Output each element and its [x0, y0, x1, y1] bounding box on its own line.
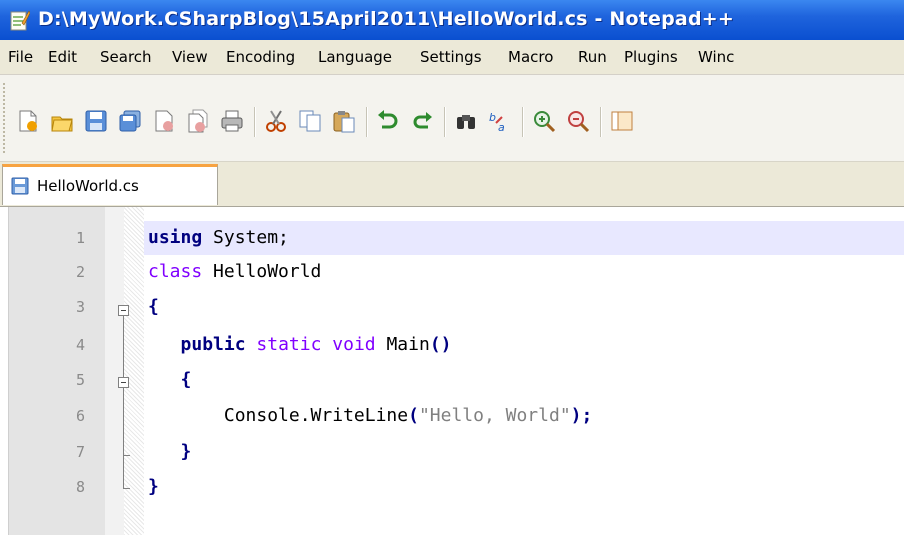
svg-text:a: a — [498, 121, 505, 133]
notepad-icon — [10, 10, 30, 31]
find-icon[interactable] — [454, 109, 478, 133]
zoom-in-icon[interactable] — [532, 109, 556, 133]
new-file-icon[interactable] — [16, 109, 40, 133]
code-token: { — [148, 296, 159, 317]
code-line-1[interactable]: using System; — [148, 227, 289, 248]
menu-view[interactable]: View — [172, 48, 208, 66]
open-file-icon[interactable] — [50, 109, 74, 133]
fold-end-marker — [123, 488, 130, 489]
code-line-6[interactable]: Console.WriteLine("Hello, World"); — [148, 405, 593, 426]
code-token: public — [180, 334, 246, 355]
code-token: using — [148, 227, 203, 248]
code-line-2[interactable]: class HelloWorld — [148, 261, 321, 282]
paste-icon[interactable] — [332, 109, 356, 133]
window-title: D:\MyWork.CSharpBlog\15April2011\HelloWo… — [38, 8, 734, 30]
cut-icon[interactable] — [264, 109, 288, 133]
tab-bar: HelloWorld.cs — [0, 162, 904, 207]
menu-settings[interactable]: Settings — [420, 48, 482, 66]
code-token: Main — [375, 334, 430, 355]
print-icon[interactable] — [220, 109, 244, 133]
toolbar-separator — [444, 107, 446, 137]
line-number: 5 — [75, 371, 85, 389]
code-line-7[interactable]: } — [148, 441, 192, 462]
toolbar-separator — [254, 107, 256, 137]
code-token: static — [256, 334, 322, 355]
copy-icon[interactable] — [298, 109, 322, 133]
fold-end-marker — [123, 455, 130, 456]
menu-language[interactable]: Language — [318, 48, 392, 66]
close-icon[interactable] — [152, 109, 176, 133]
line-number: 6 — [75, 407, 85, 425]
toolbar: b a — [0, 75, 904, 162]
toolbar-separator — [366, 107, 368, 137]
code-token: () — [429, 334, 452, 355]
code-line-5[interactable]: { — [148, 369, 192, 390]
code-token: Console.WriteLine — [148, 405, 409, 426]
toolbar-separator — [600, 107, 602, 137]
code-token: void — [332, 334, 376, 355]
fold-toggle[interactable] — [118, 377, 129, 388]
code-token: System; — [202, 227, 289, 248]
menu-plugins[interactable]: Plugins — [624, 48, 678, 66]
menu-file[interactable]: File — [8, 48, 33, 66]
line-number: 2 — [75, 263, 85, 281]
code-token: } — [148, 476, 159, 497]
line-number: 4 — [75, 336, 85, 354]
close-all-icon[interactable] — [186, 109, 210, 133]
saved-file-icon — [11, 177, 29, 195]
menu-bar: File Edit Search View Encoding Language … — [0, 40, 904, 75]
code-line-4[interactable]: public static void Main() — [148, 334, 452, 355]
fold-toggle[interactable] — [118, 305, 129, 316]
replace-icon[interactable]: b a — [488, 109, 512, 133]
code-line-8[interactable]: } — [148, 476, 159, 497]
svg-text:b: b — [489, 111, 496, 124]
redo-icon[interactable] — [410, 109, 434, 133]
menu-macro[interactable]: Macro — [508, 48, 553, 66]
code-token: ); — [570, 405, 593, 426]
toolbar-separator — [522, 107, 524, 137]
code-token: ( — [408, 405, 419, 426]
save-icon[interactable] — [84, 109, 108, 133]
zoom-out-icon[interactable] — [566, 109, 590, 133]
menu-search[interactable]: Search — [100, 48, 152, 66]
fold-margin-hatch — [124, 207, 144, 535]
code-token: { — [180, 369, 192, 390]
title-bar[interactable]: D:\MyWork.CSharpBlog\15April2011\HelloWo… — [0, 0, 904, 40]
undo-icon[interactable] — [376, 109, 400, 133]
menu-run[interactable]: Run — [578, 48, 607, 66]
tab-label: HelloWorld.cs — [37, 177, 139, 195]
line-number: 3 — [75, 298, 85, 316]
line-number: 8 — [75, 478, 85, 496]
menu-edit[interactable]: Edit — [48, 48, 77, 66]
code-token: "Hello, World" — [418, 405, 571, 426]
menu-encoding[interactable]: Encoding — [226, 48, 295, 66]
code-token: } — [180, 441, 192, 462]
tab-helloworld-cs[interactable]: HelloWorld.cs — [2, 164, 218, 205]
menu-window[interactable]: Winc — [698, 48, 734, 66]
code-editor[interactable]: 1 2 3 4 5 6 7 8 using System; class Hell… — [0, 207, 904, 535]
line-number: 7 — [75, 443, 85, 461]
code-token: HelloWorld — [202, 261, 322, 282]
editor-border — [0, 207, 9, 535]
sync-scroll-icon[interactable] — [610, 109, 634, 133]
line-number: 1 — [75, 229, 85, 247]
toolbar-grip[interactable] — [3, 83, 5, 153]
save-all-icon[interactable] — [118, 109, 142, 133]
code-token: class — [148, 261, 203, 282]
code-line-3[interactable]: { — [148, 296, 159, 317]
fold-line — [123, 316, 124, 488]
